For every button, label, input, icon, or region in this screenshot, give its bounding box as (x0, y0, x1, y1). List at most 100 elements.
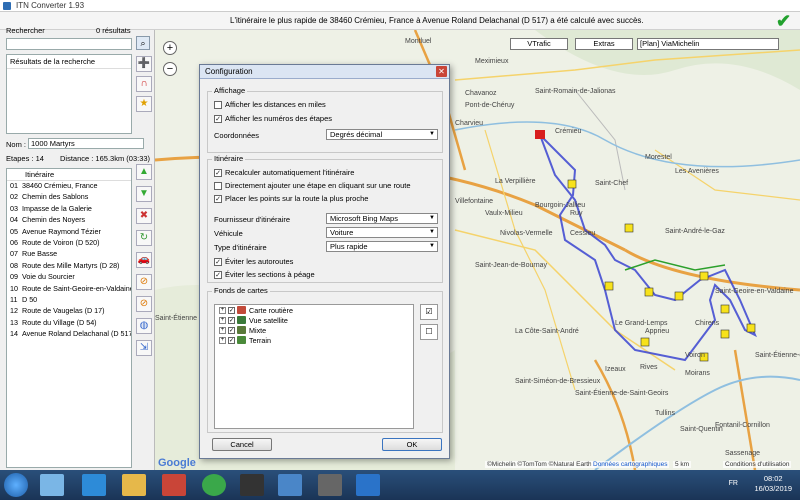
layer-item[interactable]: + ✓ Carte routière (215, 305, 413, 315)
itinerary-group-title: Itinéraire (212, 154, 246, 163)
move-down-icon[interactable]: ▼ (136, 186, 152, 202)
move-up-icon[interactable]: ▲ (136, 164, 152, 180)
list-item[interactable]: 02 Chemin des Sablons (7, 192, 131, 203)
vehicle-select[interactable]: Voiture ▼ (326, 227, 438, 238)
layer-item[interactable]: + ✓ Terrain (215, 335, 413, 345)
no-toll-icon[interactable]: ⊘ (136, 296, 152, 312)
window-icon[interactable] (318, 474, 342, 496)
list-item[interactable]: 04 Chemin des Noyers (7, 215, 131, 226)
list-item[interactable]: 09 Voie du Sourcier (7, 272, 131, 283)
list-item[interactable]: 08 Route des Mille Martyrs (D 28) (7, 261, 131, 272)
stop-number: 13 (10, 317, 18, 327)
globe-icon[interactable]: ◍ (136, 318, 152, 334)
vehicle-label: Véhicule (214, 229, 243, 238)
results-list[interactable]: Résultats de la recherche (6, 54, 132, 134)
name-field[interactable]: 1000 Martyrs (28, 138, 144, 149)
list-item[interactable]: 06 Route de Voiron (D 520) (7, 238, 131, 249)
show-numbers-checkbox[interactable]: ✓ Afficher les numéros des étapes (214, 114, 332, 123)
results-count: 0 résultats (96, 26, 131, 35)
list-item[interactable]: 11 D 50 (7, 295, 131, 306)
uncheck-all-icon[interactable]: ☐ (420, 324, 438, 340)
close-icon[interactable]: ✕ (436, 66, 447, 77)
folder-icon[interactable] (122, 474, 146, 496)
extras-button[interactable]: Extras (575, 38, 633, 50)
list-item[interactable]: 01 38460 Crémieu, France (7, 181, 131, 192)
snap-checkbox[interactable]: ✓ Placer les points sur la route la plus … (214, 194, 368, 203)
snap-label: Placer les points sur la route la plus p… (225, 194, 369, 203)
list-item[interactable]: 05 Avenue Raymond Tézier (7, 227, 131, 238)
magnet-icon[interactable]: ∩ (136, 76, 152, 92)
search-label: Rechercher (6, 26, 45, 35)
list-item[interactable]: 10 Route de Saint-Geoire-en-Valdaine (7, 284, 131, 295)
search-icon[interactable]: ⌕ (136, 36, 150, 50)
list-item[interactable]: 03 Impasse de la Galerie (7, 204, 131, 215)
check-all-icon[interactable]: ☑ (420, 304, 438, 320)
media-icon[interactable] (162, 474, 186, 496)
cancel-button[interactable]: Cancel (212, 438, 272, 451)
search-input[interactable] (6, 38, 132, 50)
stop-number: 08 (10, 260, 18, 270)
stop-label: Route de Vaugelas (D 17) (22, 306, 105, 316)
checkmark-icon[interactable]: ✔ (776, 12, 794, 30)
coords-value: Degrés décimal (330, 130, 383, 139)
stop-number: 09 (10, 272, 18, 282)
show-miles-label: Afficher les distances en miles (225, 100, 326, 109)
map-data-link[interactable]: Données cartographiques (591, 461, 670, 468)
list-item[interactable]: 13 Route du Village (D 54) (7, 318, 131, 329)
expand-icon[interactable]: + (219, 316, 226, 324)
expand-icon[interactable]: + (219, 326, 226, 334)
place-label: Voiron (685, 352, 705, 359)
chevron-down-icon: ▼ (429, 215, 435, 221)
add-direct-checkbox[interactable]: Directement ajouter une étape en cliquan… (214, 181, 411, 190)
zoom-out-button[interactable]: − (163, 62, 177, 76)
expand-icon[interactable]: + (219, 336, 226, 344)
ie-icon[interactable] (40, 474, 64, 496)
avoid-highways-checkbox[interactable]: ✓ Éviter les autoroutes (214, 257, 293, 266)
delete-icon[interactable]: ✖ (136, 208, 152, 224)
list-item[interactable]: 12 Route de Vaugelas (D 17) (7, 306, 131, 317)
recalc-checkbox[interactable]: ✓ Recalculer automatiquement l'itinéraire (214, 168, 354, 177)
layer-checkbox[interactable]: ✓ (228, 336, 235, 344)
edge-icon[interactable] (82, 474, 106, 496)
layer-checkbox[interactable]: ✓ (228, 326, 235, 334)
provider-label: Fournisseur d'itinéraire (214, 215, 291, 224)
type-select[interactable]: Plus rapide ▼ (326, 241, 438, 252)
avoid-highways-label: Éviter les autoroutes (225, 257, 294, 266)
avoid-tolls-checkbox[interactable]: ✓ Éviter les sections à péage (214, 270, 315, 279)
coords-select[interactable]: Degrés décimal ▼ (326, 129, 438, 140)
map-layers-tree[interactable]: + ✓ Carte routière + ✓ Vue satellite + ✓ Mixte + ✓… (214, 304, 414, 429)
expand-icon[interactable]: + (219, 306, 226, 314)
app-pcx-icon[interactable] (240, 474, 264, 496)
vtrafic-button[interactable]: VTrafic (510, 38, 568, 50)
place-label: Moirans (685, 370, 710, 377)
start-button[interactable] (4, 473, 28, 497)
no-highway-icon[interactable]: ⊘ (136, 274, 152, 290)
car-icon[interactable]: 🚗 (136, 252, 152, 268)
clock[interactable]: 08:02 16/03/2019 (754, 474, 792, 494)
layer-item[interactable]: + ✓ Vue satellite (215, 315, 413, 325)
language-indicator[interactable]: FR (729, 480, 738, 487)
itn-converter-icon[interactable] (278, 474, 302, 496)
itinerary-list[interactable]: Itinéraire 01 38460 Crémieu, France 02 Chem… (6, 168, 132, 468)
layer-checkbox[interactable]: ✓ (228, 316, 235, 324)
list-item[interactable]: 07 Rue Basse (7, 249, 131, 260)
route-icon[interactable]: ↻ (136, 230, 152, 246)
star-icon[interactable]: ★ (136, 96, 152, 112)
map-layer-select[interactable]: [Plan] ViaMichelin (637, 38, 779, 50)
stop-label: Route de Voiron (D 520) (22, 237, 100, 247)
provider-select[interactable]: Microsoft Bing Maps ▼ (326, 213, 438, 224)
list-item[interactable]: 14 Avenue Roland Delachanal (D 517) (7, 329, 131, 340)
stop-number: 02 (10, 192, 18, 202)
zoom-in-button[interactable]: + (163, 41, 177, 55)
layer-checkbox[interactable]: ✓ (228, 306, 235, 314)
chrome-icon[interactable] (202, 474, 226, 496)
map-app-icon[interactable] (356, 474, 380, 496)
terms-link[interactable]: Conditions d'utilisation (723, 461, 792, 468)
stop-label: D 50 (22, 294, 38, 304)
show-miles-checkbox[interactable]: Afficher les distances en miles (214, 100, 326, 109)
add-point-icon[interactable]: ➕ (136, 56, 152, 72)
export-icon[interactable]: ⇲ (136, 340, 152, 356)
layer-item[interactable]: + ✓ Mixte (215, 325, 413, 335)
ok-button[interactable]: OK (382, 438, 442, 451)
stop-number: 03 (10, 203, 18, 213)
